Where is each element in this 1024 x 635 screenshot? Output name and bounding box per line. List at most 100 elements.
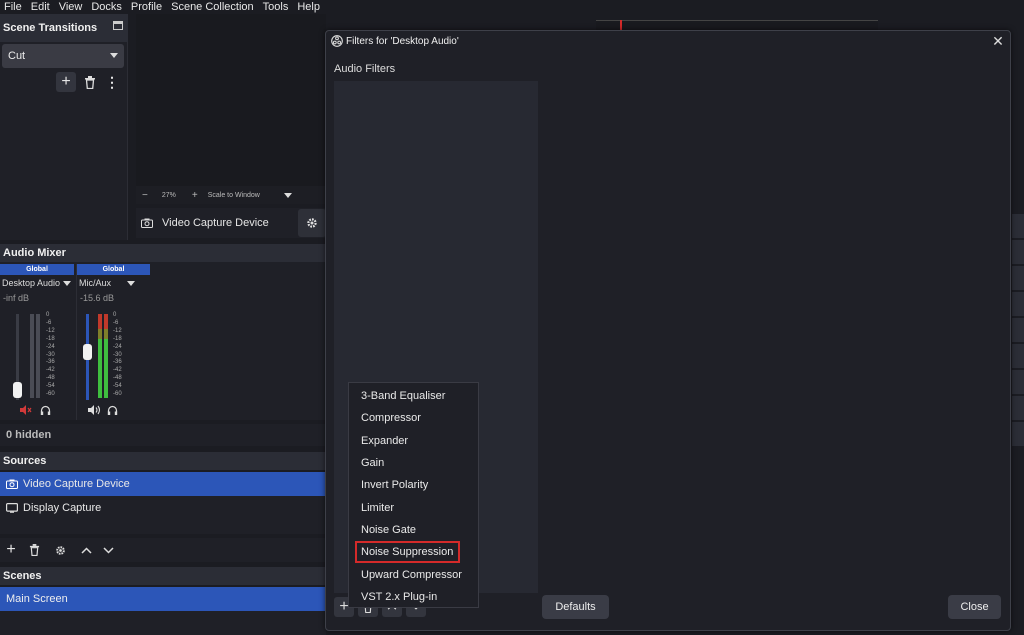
audio-filters-label: Audio Filters (334, 63, 396, 75)
scale-tick: -36 (113, 359, 122, 366)
menu-scene-collection[interactable]: Scene Collection (167, 0, 259, 14)
background-panel-row (1012, 266, 1024, 290)
menu-tools[interactable]: Tools (259, 0, 294, 14)
menu-item-upward-compressor[interactable]: Upward Compressor (349, 563, 478, 585)
move-source-up-button[interactable] (76, 540, 96, 560)
preview-canvas[interactable] (136, 14, 326, 186)
transition-properties-button[interactable]: ⋮ (104, 72, 120, 92)
scene-item-main-screen[interactable]: Main Screen (0, 587, 326, 611)
menu-file[interactable]: File (0, 0, 27, 14)
scene-transitions-header: Scene Transitions (0, 14, 128, 42)
speaker-icon[interactable] (88, 405, 101, 415)
scale-mode-chevron-icon[interactable] (283, 192, 292, 198)
zoom-out-button[interactable]: − (142, 190, 148, 201)
monitor-headphones-icon[interactable] (107, 405, 118, 416)
menu-item-3-band-equaliser[interactable]: 3-Band Equaliser (349, 385, 478, 407)
transition-selected-label: Cut (8, 50, 26, 62)
menu-edit[interactable]: Edit (27, 0, 55, 14)
transition-select[interactable]: Cut (2, 44, 124, 68)
defaults-button[interactable]: Defaults (542, 595, 609, 619)
zoom-in-button[interactable]: + (192, 190, 198, 201)
scale-tick: -42 (46, 367, 55, 374)
source-item-display-capture[interactable]: Display Capture (0, 496, 326, 520)
background-panel-row (1012, 214, 1024, 238)
source-toolbar: Video Capture Device (136, 208, 326, 238)
scale-tick: -12 (113, 327, 122, 334)
volume-meter-left (98, 314, 102, 398)
scenes-list: Main Screen (0, 587, 326, 635)
background-panel-row (1012, 370, 1024, 394)
meter-scale: 0 -6 -12 -18 -24 -30 -36 -42 -48 -54 -60 (46, 312, 60, 399)
muted-speaker-icon[interactable] (20, 405, 32, 415)
menu-help[interactable]: Help (293, 0, 325, 14)
scale-tick: -6 (113, 319, 119, 326)
zoom-level: 27% (161, 191, 176, 199)
mixer-hidden-count: 0 hidden (0, 424, 326, 446)
menu-docks[interactable]: Docks (87, 0, 127, 14)
menu-bar: File Edit View Docks Profile Scene Colle… (0, 0, 1024, 14)
audio-mixer-header: Audio Mixer (0, 244, 326, 262)
obs-logo-icon (331, 35, 343, 47)
menu-item-noise-suppression[interactable]: Noise Suppression (355, 541, 460, 564)
source-label: Video Capture Device (23, 478, 130, 490)
source-properties-button[interactable] (297, 209, 326, 237)
undock-icon[interactable] (113, 21, 123, 30)
volume-slider-handle[interactable] (83, 344, 92, 360)
mixer-channel-mic-aux: Global Mic/Aux -15.6 dB 0 -6 -12 -18 -24… (76, 264, 150, 420)
volume-slider-handle[interactable] (13, 382, 22, 398)
preview-zoom-bar: − 27% + Scale to Window (136, 186, 326, 204)
menu-item-compressor[interactable]: Compressor (349, 407, 478, 429)
source-settings-button[interactable] (50, 540, 70, 560)
close-button[interactable]: Close (948, 595, 1001, 619)
background-controls-edge (1012, 214, 1024, 635)
menu-item-gain[interactable]: Gain (349, 452, 478, 474)
sources-list: Video Capture Device Display Capture (0, 472, 326, 534)
background-panel-row (1012, 344, 1024, 368)
sources-title: Sources (3, 455, 47, 467)
scale-tick: -60 (46, 391, 55, 398)
scale-tick: -36 (46, 359, 55, 366)
menu-profile[interactable]: Profile (127, 0, 167, 14)
monitor-headphones-icon[interactable] (40, 405, 51, 416)
channel-db-readout: -inf dB (3, 293, 30, 303)
remove-source-button[interactable] (24, 540, 44, 560)
close-icon[interactable]: ✕ (990, 33, 1006, 49)
channel-name-dropdown[interactable]: Mic/Aux (77, 275, 150, 291)
scene-label: Main Screen (6, 593, 68, 605)
menu-item-noise-gate[interactable]: Noise Gate (349, 519, 478, 541)
sources-toolbar: + (0, 538, 326, 562)
channel-name-label: Mic/Aux (79, 278, 112, 288)
chevron-up-icon (80, 546, 92, 554)
menu-item-limiter[interactable]: Limiter (349, 496, 478, 518)
scale-tick: 0 (113, 312, 117, 318)
background-panel-row (1012, 422, 1024, 446)
camera-icon (141, 218, 153, 228)
gear-icon (55, 545, 65, 555)
add-transition-button[interactable]: + (56, 72, 76, 92)
menu-item-vst-plugin[interactable]: VST 2.x Plug-in (349, 586, 478, 608)
menu-item-expander[interactable]: Expander (349, 430, 478, 452)
channel-name-dropdown[interactable]: Desktop Audio (0, 275, 74, 291)
background-panel-row (1012, 240, 1024, 264)
volume-meter-right (104, 314, 108, 398)
menu-item-invert-polarity[interactable]: Invert Polarity (349, 474, 478, 496)
camera-icon (6, 479, 18, 489)
scale-tick: -48 (46, 375, 55, 382)
audio-mixer-title: Audio Mixer (3, 247, 66, 259)
audio-mixer-body: Global Desktop Audio -inf dB 0 -6 -12 -1… (0, 262, 326, 420)
scale-tick: -30 (113, 351, 122, 358)
menu-view[interactable]: View (55, 0, 88, 14)
volume-meter-left (30, 314, 34, 398)
monitor-icon (6, 503, 18, 513)
move-source-down-button[interactable] (98, 540, 118, 560)
remove-transition-button[interactable] (80, 72, 100, 92)
scale-mode-label[interactable]: Scale to Window (208, 192, 260, 199)
scale-tick: -30 (46, 351, 55, 358)
add-source-button[interactable]: + (1, 540, 21, 560)
chevron-down-icon (102, 546, 114, 554)
scale-tick: -48 (113, 375, 122, 382)
chevron-down-icon (127, 280, 136, 286)
scale-tick: -6 (46, 319, 52, 326)
source-item-video-capture[interactable]: Video Capture Device (0, 472, 326, 496)
sources-header: Sources (0, 452, 326, 470)
